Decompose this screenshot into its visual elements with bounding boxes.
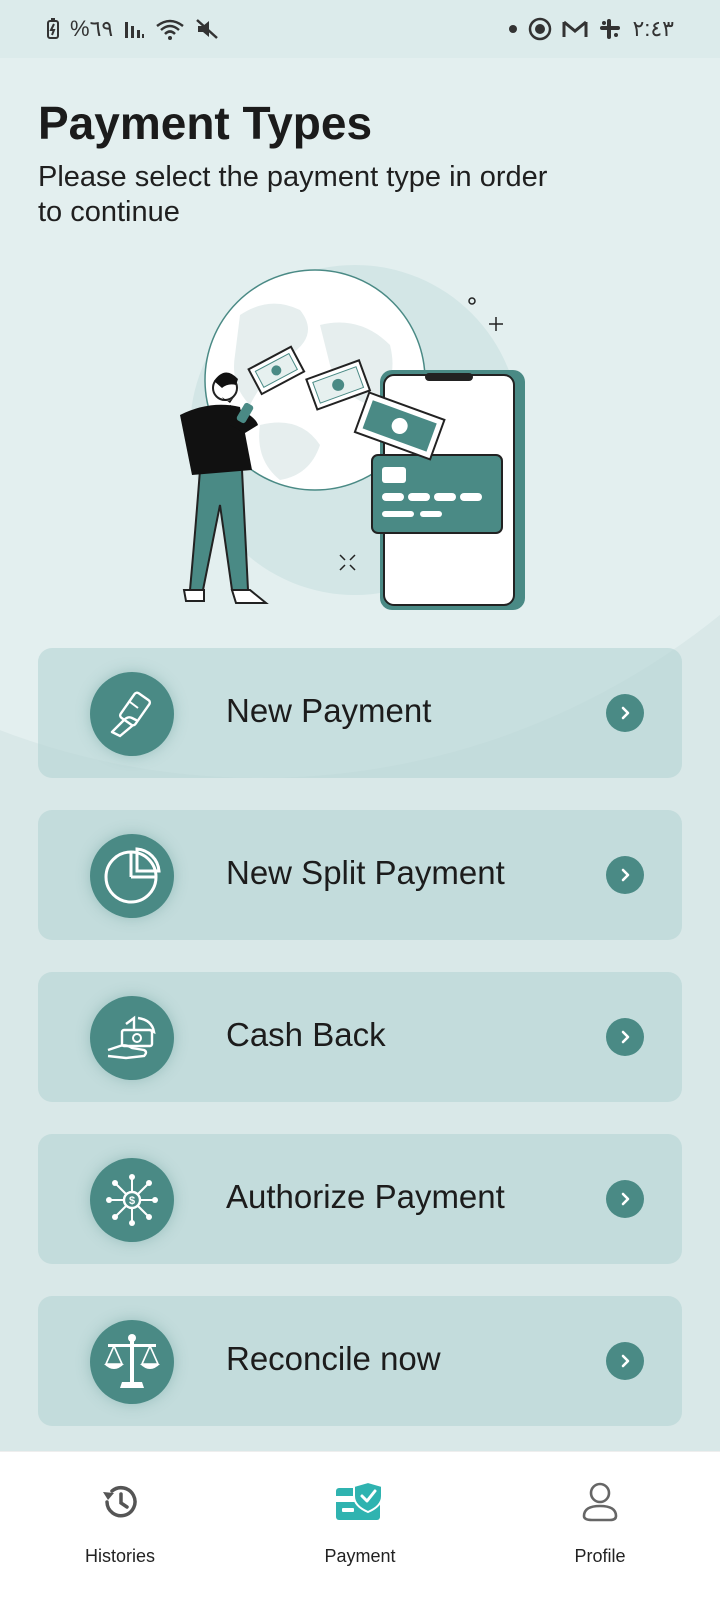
network-dollar-icon: $	[90, 1158, 174, 1242]
cash-back-label: Cash Back	[226, 1016, 386, 1053]
new-payment-label: New Payment	[226, 692, 432, 729]
authorize-payment-option[interactable]: $ Authorize Payment	[38, 1134, 682, 1264]
cash-back-option[interactable]: Cash Back	[38, 972, 682, 1102]
status-right: ٢:٤٣	[508, 16, 674, 42]
status-left: %٦٩	[46, 16, 219, 42]
payment-card-icon	[336, 1480, 383, 1520]
mute-icon	[196, 19, 219, 39]
app-icon	[529, 17, 552, 41]
status-bar: %٦٩ ٢:٤٣	[0, 0, 720, 58]
payment-illustration	[180, 265, 525, 610]
wifi-icon	[156, 19, 184, 40]
cash-back-icon	[90, 996, 174, 1080]
battery-percent: %٦٩	[70, 16, 114, 41]
chevron-right-icon	[606, 1342, 644, 1380]
signal-icon	[125, 22, 145, 38]
new-split-payment-option[interactable]: New Split Payment	[38, 810, 682, 940]
chevron-right-icon	[606, 1018, 644, 1056]
page-subtitle: Please select the payment type in order …	[38, 161, 548, 228]
profile-icon	[582, 1482, 618, 1522]
payment-options-list: New Payment New Split Payment Cash Back …	[38, 648, 682, 1458]
scale-icon	[90, 1320, 174, 1404]
nav-item-profile[interactable]: Profile	[480, 1452, 720, 1601]
gmail-icon	[562, 20, 588, 37]
new-split-payment-label: New Split Payment	[226, 854, 505, 891]
chevron-right-icon	[606, 694, 644, 732]
history-icon	[103, 1485, 137, 1518]
dot-icon	[509, 25, 518, 33]
card-hand-icon	[90, 672, 174, 756]
reconcile-now-label: Reconcile now	[226, 1340, 441, 1377]
new-payment-option[interactable]: New Payment	[38, 648, 682, 778]
nav-label-payment: Payment	[324, 1546, 396, 1566]
authorize-payment-label: Authorize Payment	[226, 1178, 505, 1215]
nav-label-histories: Histories	[84, 1546, 155, 1566]
nav-item-histories[interactable]: Histories	[0, 1452, 240, 1601]
nav-label-profile: Profile	[574, 1546, 626, 1566]
pie-chart-icon	[90, 834, 174, 918]
page-title: Payment Types	[38, 97, 373, 149]
reconcile-now-option[interactable]: Reconcile now	[38, 1296, 682, 1426]
bottom-nav: Histories Payment Profile	[0, 1451, 720, 1601]
svg-text:$: $	[129, 1195, 135, 1207]
nav-item-payment[interactable]: Payment	[240, 1452, 480, 1601]
slack-icon	[600, 19, 621, 39]
battery-icon	[47, 18, 59, 39]
chevron-right-icon	[606, 856, 644, 894]
chevron-right-icon	[606, 1180, 644, 1218]
clock: ٢:٤٣	[632, 16, 674, 41]
